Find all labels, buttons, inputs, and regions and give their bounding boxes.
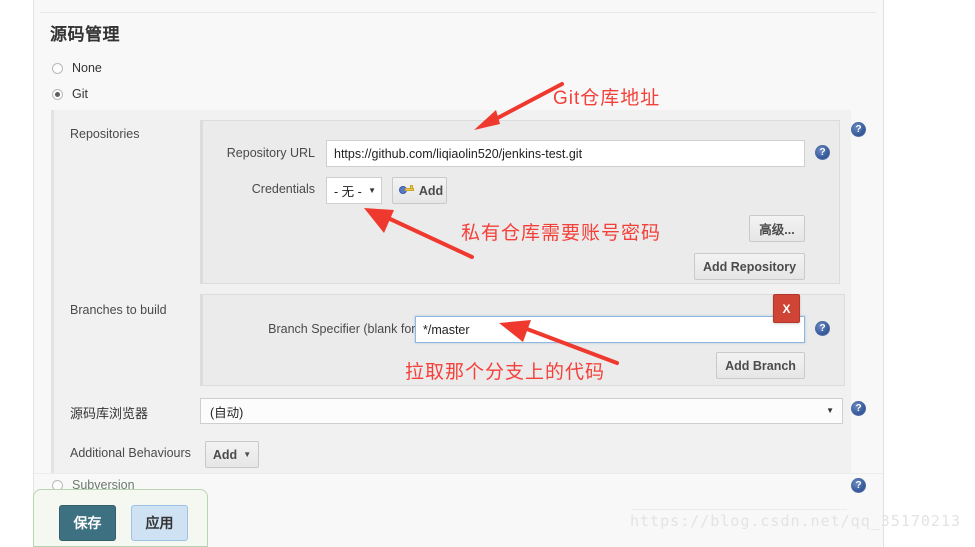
add-behaviour-label: Add	[212, 447, 238, 462]
watermark-rule	[632, 509, 847, 510]
label-repository-url: Repository URL	[226, 146, 315, 160]
help-icon-repository-url[interactable]: ?	[815, 145, 830, 160]
delete-branch-button[interactable]: X	[773, 294, 800, 323]
save-button[interactable]: 保存	[59, 505, 116, 541]
radio-icon-none	[52, 62, 63, 74]
annotation-branch: 拉取那个分支上的代码	[405, 361, 606, 383]
label-branches-to-build: Branches to build	[70, 303, 167, 317]
help-icon-branch-specifier[interactable]: ?	[815, 321, 830, 336]
chevron-down-icon: ▼	[826, 406, 834, 415]
repository-url-input[interactable]	[326, 140, 805, 167]
credentials-select[interactable]: - 无 - ▼	[326, 177, 382, 204]
chevron-down-icon: ▼	[368, 185, 376, 195]
radio-label-none: None	[72, 61, 102, 75]
watermark: https://blog.csdn.net/qq_35170213	[630, 512, 962, 530]
label-additional-behaviours: Additional Behaviours	[70, 446, 191, 460]
key-icon	[398, 185, 414, 196]
credentials-selected-value: - 无 -	[334, 185, 362, 199]
scm-configuration-page: 源码管理 None Git Repositories Branches to b…	[0, 0, 975, 547]
help-icon-repository-browser[interactable]: ?	[851, 401, 866, 416]
add-behaviour-button[interactable]: Add ▼	[205, 441, 259, 468]
repository-browser-selected-value: (自动)	[210, 405, 244, 420]
add-credentials-label: Add	[418, 183, 444, 198]
add-credentials-button[interactable]: Add	[392, 177, 447, 204]
label-repositories: Repositories	[70, 127, 140, 141]
branch-specifier-input[interactable]	[415, 316, 805, 343]
radio-label-git: Git	[72, 87, 88, 101]
radio-option-none[interactable]: None	[52, 62, 102, 75]
annotation-git-url: Git仓库地址	[553, 88, 661, 109]
apply-button[interactable]: 应用	[131, 505, 188, 541]
label-repository-browser: 源码库浏览器	[70, 406, 149, 421]
add-repository-button[interactable]: Add Repository	[694, 253, 805, 280]
radio-icon-git	[52, 88, 63, 100]
repository-browser-select[interactable]: (自动) ▼	[200, 398, 843, 424]
annotation-private-repo: 私有仓库需要账号密码	[461, 222, 662, 244]
label-branch-specifier: Branch Specifier (blank for 'any')	[268, 322, 448, 336]
add-branch-button[interactable]: Add Branch	[716, 352, 805, 379]
page-title: 源码管理	[50, 25, 120, 44]
bottom-divider	[34, 473, 883, 474]
advanced-button[interactable]: 高级...	[749, 215, 805, 242]
chevron-down-icon: ▼	[243, 449, 252, 459]
radio-option-git[interactable]: Git	[52, 88, 88, 101]
label-credentials: Credentials	[251, 182, 315, 196]
help-icon-repositories[interactable]: ?	[851, 122, 866, 137]
top-divider	[40, 12, 876, 13]
help-icon-subversion[interactable]: ?	[851, 478, 866, 493]
